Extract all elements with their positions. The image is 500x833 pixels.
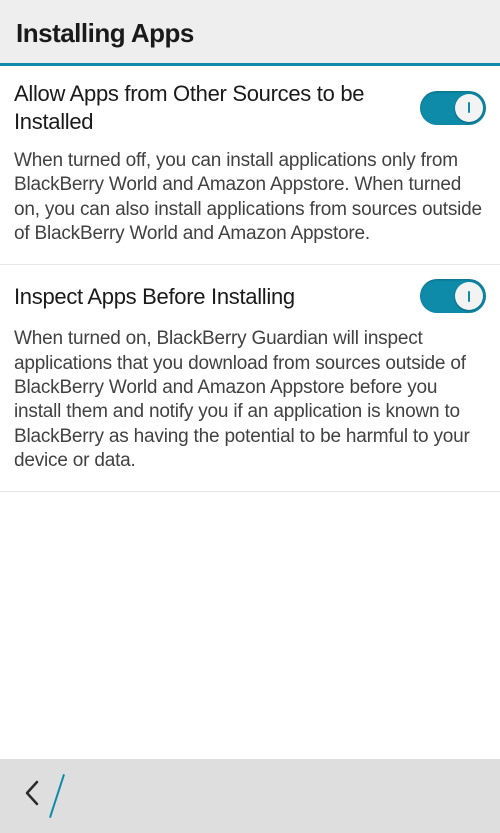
page-title: Installing Apps [16,18,484,49]
page-header: Installing Apps [0,0,500,66]
back-button[interactable] [24,780,40,812]
setting-label: Allow Apps from Other Sources to be Inst… [14,80,408,135]
setting-allow-other-sources: Allow Apps from Other Sources to be Inst… [0,66,500,265]
setting-description: When turned on, BlackBerry Guardian will… [14,327,486,473]
settings-content: Allow Apps from Other Sources to be Inst… [0,66,500,759]
toggle-knob [455,282,483,310]
setting-inspect-apps: Inspect Apps Before Installing When turn… [0,265,500,492]
setting-label: Inspect Apps Before Installing [14,283,408,311]
chevron-left-icon [24,780,40,806]
toggle-allow-other-sources[interactable] [420,91,486,125]
setting-row: Inspect Apps Before Installing [14,279,486,313]
toggle-knob [455,94,483,122]
setting-description: When turned off, you can install applica… [14,149,486,246]
toggle-inspect-apps[interactable] [420,279,486,313]
bottom-bar [0,759,500,833]
divider-slash [49,774,65,818]
setting-row: Allow Apps from Other Sources to be Inst… [14,80,486,135]
